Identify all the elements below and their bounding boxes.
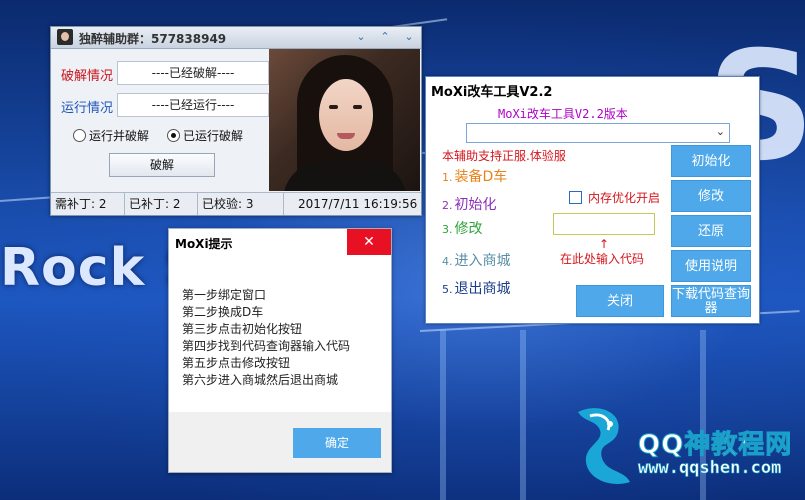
assist-window-titlebar[interactable]: 独醉辅助群：577838949 ⌄ ⌃ ⌄ (51, 27, 421, 49)
modify-button[interactable]: 修改 (671, 180, 751, 212)
help-button[interactable]: 使用说明 (671, 250, 751, 282)
step-5: 5. 退出商城 (442, 278, 511, 298)
radio-checked-icon (167, 129, 180, 142)
step-4: 4. 进入商城 (442, 250, 511, 270)
step-text: 装备D车 (454, 169, 508, 185)
tip-line-5: 第五步点击修改按钮 (182, 356, 291, 370)
step-text: 进入商城 (454, 253, 511, 269)
crack-status-label: 破解情况 (61, 69, 114, 84)
code-input-hint: 在此处输入代码 (560, 252, 645, 266)
radio-label: 运行并破解 (89, 129, 150, 143)
step-2: 2. 初始化 (442, 194, 497, 214)
memory-optimize-checkbox[interactable]: 内存优化开启 (569, 189, 660, 206)
radio-run-and-crack[interactable]: 运行并破解 (73, 127, 149, 144)
code-input[interactable] (553, 213, 655, 235)
watermark-url: www.qqshen.com (638, 458, 782, 479)
moxi-version-label: MoXi改车工具V2.2版本 (498, 107, 628, 121)
step-number: 3. (442, 223, 453, 236)
step-number: 4. (442, 255, 453, 268)
tip-line-4: 第四步找到代码查询器输入代码 (182, 339, 351, 353)
download-code-tool-button[interactable]: 下载代码查询器 (671, 285, 751, 317)
tips-dialog-body: 第一步绑定窗口 第二步换成D车 第三步点击初始化按钮 第四步找到代码查询器输入代… (169, 256, 391, 427)
verified-count: 已校验: 3 (198, 193, 284, 215)
close-icon[interactable]: ✕ (347, 229, 391, 255)
tip-line-1: 第一步绑定窗口 (182, 288, 267, 302)
tips-dialog-footer: 确定 (169, 412, 391, 472)
needed-patches-count: 需补丁: 2 (51, 193, 125, 215)
moxi-window-title: MoXi改车工具V2.2 (431, 85, 553, 100)
chevron-down-icon[interactable]: ⌄ (401, 29, 417, 45)
dragon-logo-icon (578, 408, 630, 484)
restore-button[interactable]: 还原 (671, 215, 751, 247)
init-button[interactable]: 初始化 (671, 145, 751, 177)
arrow-up-icon: ↑ (599, 237, 610, 251)
tips-dialog: MoXi提示 ✕ 第一步绑定窗口 第二步换成D车 第三步点击初始化按钮 第四步找… (168, 228, 392, 473)
user-photo (269, 49, 420, 191)
step-number: 2. (442, 199, 453, 212)
avatar-icon (57, 29, 73, 45)
collapse-icon[interactable]: ⌄ (353, 29, 369, 45)
run-status-label: 运行情况 (61, 101, 114, 116)
step-text: 初始化 (454, 197, 497, 213)
step-3: 3. 修改 (442, 218, 483, 238)
moxi-tool-window: MoXi改车工具V2.2 MoXi改车工具V2.2版本 ⌄ 本辅助支持正服.体验… (425, 76, 760, 324)
applied-patches-count: 已补丁: 2 (125, 193, 198, 215)
assist-statusbar: 需补丁: 2 已补丁: 2 已校验: 3 2017/7/11 16:19:56 (51, 192, 421, 215)
tips-dialog-title: MoXi提示 (175, 237, 233, 251)
tip-line-2: 第二步换成D车 (182, 305, 264, 319)
assist-window: 独醉辅助群：577838949 ⌄ ⌃ ⌄ 破解情况 ----已经破解---- … (50, 26, 422, 216)
chevron-up-icon[interactable]: ⌃ (377, 29, 393, 45)
step-text: 修改 (454, 221, 483, 237)
background-beam (440, 330, 446, 500)
ok-button[interactable]: 确定 (293, 428, 381, 458)
checkbox-label: 内存优化开启 (588, 191, 661, 205)
watermark-title: QQ神教程网 (637, 430, 793, 461)
step-text: 退出商城 (454, 281, 511, 297)
site-watermark: QQ神教程网 www.qqshen.com (560, 402, 800, 494)
crack-status-field: ----已经破解---- (117, 61, 269, 85)
radio-label: 已运行破解 (183, 129, 244, 143)
crack-button[interactable]: 破解 (109, 153, 215, 177)
run-status-field: ----已经运行---- (117, 93, 269, 117)
assist-window-title: 独醉辅助群：577838949 (79, 32, 227, 46)
radio-icon (73, 129, 86, 142)
step-1: 1. 装备D车 (442, 166, 507, 186)
tip-line-6: 第六步进入商城然后退出商城 (182, 373, 339, 387)
chevron-down-icon: ⌄ (715, 125, 725, 138)
radio-already-running[interactable]: 已运行破解 (167, 127, 243, 144)
tip-line-3: 第三步点击初始化按钮 (182, 322, 303, 336)
background-beam (520, 330, 526, 500)
support-note: 本辅助支持正服.体验服 (442, 149, 566, 163)
checkbox-icon (569, 191, 582, 204)
window-select-dropdown[interactable]: ⌄ (466, 123, 730, 143)
step-number: 1. (442, 171, 453, 184)
status-datetime: 2017/7/11 16:19:56 (298, 197, 418, 211)
close-button[interactable]: 关闭 (576, 285, 664, 317)
step-number: 5. (442, 283, 453, 296)
